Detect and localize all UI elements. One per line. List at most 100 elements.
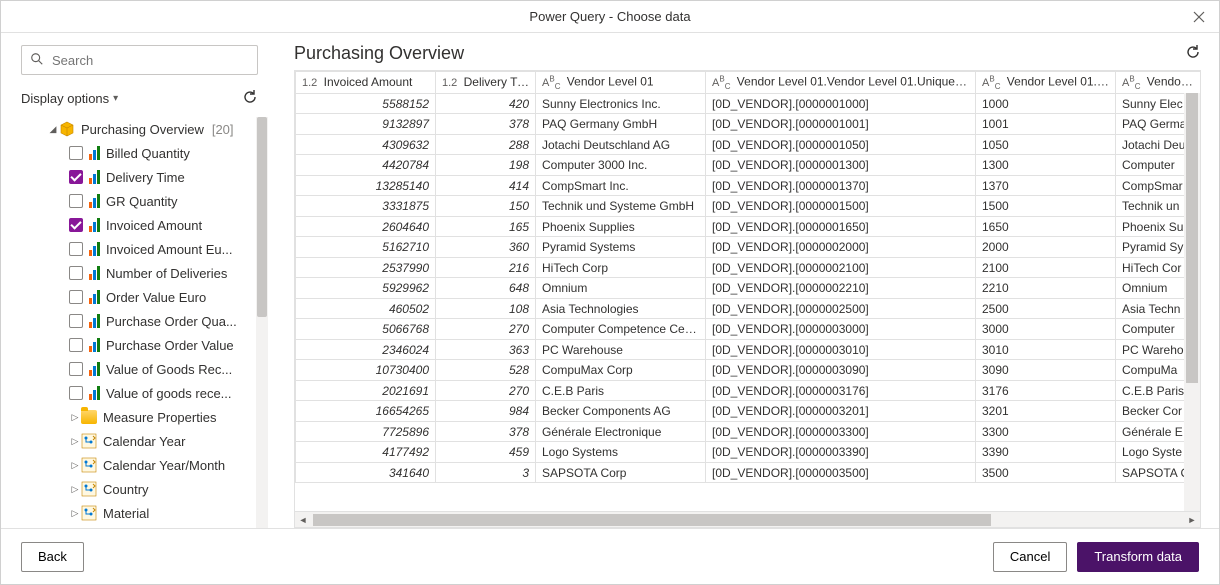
- back-button[interactable]: Back: [21, 542, 84, 572]
- table-row[interactable]: 2021691270C.E.B Paris[0D_VENDOR].[000000…: [296, 380, 1201, 401]
- table-row[interactable]: 13285140414CompSmart Inc.[0D_VENDOR].[00…: [296, 175, 1201, 196]
- refresh-icon[interactable]: [242, 89, 258, 108]
- tree-hierarchy-item[interactable]: ▷Material: [21, 501, 252, 525]
- checkbox[interactable]: [69, 290, 83, 304]
- table-cell: [0D_VENDOR].[0000002100]: [706, 257, 976, 278]
- preview-refresh-icon[interactable]: [1185, 44, 1201, 63]
- table-row[interactable]: 5929962648Omnium[0D_VENDOR].[0000002210]…: [296, 278, 1201, 299]
- table-cell: 3: [436, 462, 536, 483]
- tree-measure-item[interactable]: GR Quantity: [21, 189, 252, 213]
- table-row[interactable]: 2604640165Phoenix Supplies[0D_VENDOR].[0…: [296, 216, 1201, 237]
- grid-vertical-scrollbar[interactable]: [1184, 93, 1200, 511]
- table-row[interactable]: 4177492459Logo Systems[0D_VENDOR].[00000…: [296, 442, 1201, 463]
- expand-arrow-icon[interactable]: ▷: [69, 508, 81, 519]
- table-cell: 3300: [976, 421, 1116, 442]
- expand-arrow-icon[interactable]: ▷: [69, 436, 81, 447]
- table-row[interactable]: 460502108Asia Technologies[0D_VENDOR].[0…: [296, 298, 1201, 319]
- tree-hierarchy-item[interactable]: ▷Calendar Year/Month: [21, 453, 252, 477]
- table-cell: 270: [436, 380, 536, 401]
- table-cell: [0D_VENDOR].[0000003500]: [706, 462, 976, 483]
- expand-arrow-icon[interactable]: ▷: [69, 460, 81, 471]
- grid-hscroll-thumb[interactable]: [313, 514, 991, 526]
- tree-scrollbar[interactable]: [256, 117, 268, 528]
- table-row[interactable]: 10730400528CompuMax Corp[0D_VENDOR].[000…: [296, 360, 1201, 381]
- table-row[interactable]: 5066768270Computer Competence Center ...…: [296, 319, 1201, 340]
- table-row[interactable]: 5162710360Pyramid Systems[0D_VENDOR].[00…: [296, 237, 1201, 258]
- checkbox[interactable]: [69, 194, 83, 208]
- table-cell: 460502: [296, 298, 436, 319]
- table-cell: 150: [436, 196, 536, 217]
- tree-measure-item[interactable]: Value of goods rece...: [21, 381, 252, 405]
- tree-root[interactable]: ◢Purchasing Overview[20]: [21, 117, 252, 141]
- tree-measure-item[interactable]: Value of Goods Rec...: [21, 357, 252, 381]
- tree-measure-item[interactable]: Number of Deliveries: [21, 261, 252, 285]
- expand-arrow-icon[interactable]: ▷: [69, 484, 81, 495]
- cancel-button[interactable]: Cancel: [993, 542, 1067, 572]
- tree-measure-item[interactable]: Billed Quantity: [21, 141, 252, 165]
- tree-hierarchy-item[interactable]: ▷Country: [21, 477, 252, 501]
- hierarchy-icon: [81, 457, 97, 473]
- column-header[interactable]: ABC Vendor Le: [1116, 72, 1201, 94]
- column-header[interactable]: 1.2 Delivery Time: [436, 72, 536, 94]
- checkbox[interactable]: [69, 242, 83, 256]
- column-header[interactable]: ABC Vendor Level 01: [536, 72, 706, 94]
- checkbox[interactable]: [69, 146, 83, 160]
- navigator-panel: Display options ▾ ◢Purchasing Overview[2…: [1, 33, 276, 528]
- tree-folder-item[interactable]: ▷Measure Properties: [21, 405, 252, 429]
- hscroll-right-arrow[interactable]: ►: [1184, 512, 1200, 528]
- checkbox[interactable]: [69, 218, 83, 232]
- grid-vscroll-thumb[interactable]: [1186, 93, 1198, 383]
- table-row[interactable]: 4309632288Jotachi Deutschland AG[0D_VEND…: [296, 134, 1201, 155]
- table-cell: 3176: [976, 380, 1116, 401]
- close-icon[interactable]: [1187, 5, 1211, 29]
- table-cell: 378: [436, 114, 536, 135]
- table-row[interactable]: 3416403SAPSOTA Corp[0D_VENDOR].[00000035…: [296, 462, 1201, 483]
- tree-item-label: Purchase Order Value: [106, 338, 234, 353]
- chevron-down-icon: ▾: [113, 93, 118, 104]
- checkbox[interactable]: [69, 362, 83, 376]
- tree-hierarchy-item[interactable]: ▷Calendar Year: [21, 429, 252, 453]
- table-cell: C.E.B Paris: [536, 380, 706, 401]
- hscroll-left-arrow[interactable]: ◄: [295, 512, 311, 528]
- tree-measure-item[interactable]: Invoiced Amount: [21, 213, 252, 237]
- tree-measure-item[interactable]: Delivery Time: [21, 165, 252, 189]
- checkbox[interactable]: [69, 386, 83, 400]
- checkbox[interactable]: [69, 314, 83, 328]
- table-row[interactable]: 2346024363PC Warehouse[0D_VENDOR].[00000…: [296, 339, 1201, 360]
- table-cell: 5588152: [296, 93, 436, 114]
- table-row[interactable]: 2537990216HiTech Corp[0D_VENDOR].[000000…: [296, 257, 1201, 278]
- grid-horizontal-scrollbar[interactable]: ◄ ►: [295, 511, 1200, 527]
- column-header[interactable]: 1.2 Invoiced Amount: [296, 72, 436, 94]
- search-field[interactable]: [50, 52, 249, 69]
- tree-scroll-thumb[interactable]: [257, 117, 267, 317]
- measure-icon: [89, 146, 100, 160]
- expand-arrow-icon[interactable]: ▷: [69, 412, 81, 423]
- transform-data-button[interactable]: Transform data: [1077, 542, 1199, 572]
- table-cell: 1050: [976, 134, 1116, 155]
- tree-measure-item[interactable]: Purchase Order Value: [21, 333, 252, 357]
- table-row[interactable]: 7725896378Générale Electronique[0D_VENDO…: [296, 421, 1201, 442]
- table-cell: 3390: [976, 442, 1116, 463]
- table-cell: 288: [436, 134, 536, 155]
- table-row[interactable]: 3331875150Technik und Systeme GmbH[0D_VE…: [296, 196, 1201, 217]
- checkbox[interactable]: [69, 266, 83, 280]
- table-cell: 1500: [976, 196, 1116, 217]
- search-input[interactable]: [21, 45, 258, 75]
- column-header[interactable]: ABC Vendor Level 01.Key: [976, 72, 1116, 94]
- tree-measure-item[interactable]: Purchase Order Qua...: [21, 309, 252, 333]
- table-cell: 1300: [976, 155, 1116, 176]
- column-header[interactable]: ABC Vendor Level 01.Vendor Level 01.Uniq…: [706, 72, 976, 94]
- table-row[interactable]: 5588152420Sunny Electronics Inc.[0D_VEND…: [296, 93, 1201, 114]
- checkbox[interactable]: [69, 338, 83, 352]
- folder-icon: [81, 410, 97, 424]
- table-row[interactable]: 9132897378PAQ Germany GmbH[0D_VENDOR].[0…: [296, 114, 1201, 135]
- display-options-dropdown[interactable]: Display options ▾: [21, 91, 118, 106]
- table-cell: Sunny Electronics Inc.: [536, 93, 706, 114]
- table-row[interactable]: 4420784198Computer 3000 Inc.[0D_VENDOR].…: [296, 155, 1201, 176]
- collapse-arrow-icon[interactable]: ◢: [47, 124, 59, 135]
- tree-measure-item[interactable]: Invoiced Amount Eu...: [21, 237, 252, 261]
- checkbox[interactable]: [69, 170, 83, 184]
- tree-measure-item[interactable]: Order Value Euro: [21, 285, 252, 309]
- table-row[interactable]: 16654265984Becker Components AG[0D_VENDO…: [296, 401, 1201, 422]
- search-icon: [30, 52, 44, 69]
